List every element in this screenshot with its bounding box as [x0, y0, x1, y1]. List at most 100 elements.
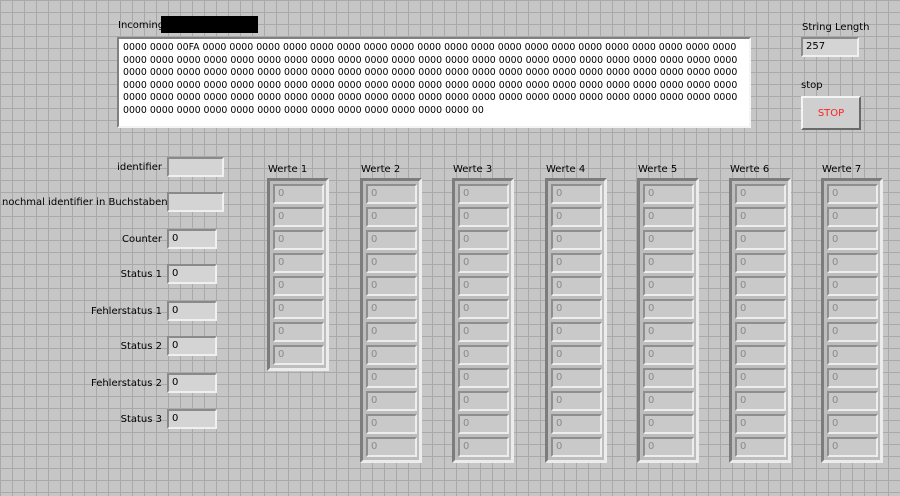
werte-7-element[interactable]: 0 — [827, 368, 878, 388]
werte-2-element[interactable]: 0 — [366, 230, 417, 250]
werte-4-element[interactable]: 0 — [551, 345, 602, 365]
werte-6-element[interactable]: 0 — [735, 322, 786, 342]
werte-6-element[interactable]: 0 — [735, 414, 786, 434]
werte-5-element[interactable]: 0 — [643, 322, 694, 342]
werte-2-element[interactable]: 0 — [366, 391, 417, 411]
werte-7-element[interactable]: 0 — [827, 391, 878, 411]
werte-6-element[interactable]: 0 — [735, 345, 786, 365]
werte-4-element[interactable]: 0 — [551, 184, 602, 204]
werte-1-element[interactable]: 0 — [273, 322, 324, 342]
werte-3-element[interactable]: 0 — [458, 184, 509, 204]
werte-5-element[interactable]: 0 — [643, 391, 694, 411]
werte-5-element[interactable]: 0 — [643, 207, 694, 227]
fehlerstatus1-field[interactable]: 0 — [167, 301, 217, 321]
werte-1-element[interactable]: 0 — [273, 299, 324, 319]
werte-6-element[interactable]: 0 — [735, 184, 786, 204]
werte-5-element[interactable]: 0 — [643, 414, 694, 434]
identifier-text-field[interactable] — [167, 192, 224, 212]
fehlerstatus2-field[interactable]: 0 — [167, 373, 217, 393]
werte-4-element[interactable]: 0 — [551, 391, 602, 411]
werte-5-element[interactable]: 0 — [643, 368, 694, 388]
identifier-label: identifier — [117, 162, 162, 173]
werte-6-element[interactable]: 0 — [735, 391, 786, 411]
werte-7-label: Werte 7 — [822, 164, 862, 175]
werte-3-element[interactable]: 0 — [458, 368, 509, 388]
werte-5-element[interactable]: 0 — [643, 437, 694, 457]
werte-2-element[interactable]: 0 — [366, 437, 417, 457]
werte-7-element[interactable]: 0 — [827, 437, 878, 457]
werte-2-element[interactable]: 0 — [366, 299, 417, 319]
werte-7-element[interactable]: 0 — [827, 276, 878, 296]
werte-7-element[interactable]: 0 — [827, 414, 878, 434]
werte-3-element[interactable]: 0 — [458, 276, 509, 296]
werte-6-element[interactable]: 0 — [735, 299, 786, 319]
werte-5-element[interactable]: 0 — [643, 184, 694, 204]
werte-1-element[interactable]: 0 — [273, 184, 324, 204]
werte-1-element[interactable]: 0 — [273, 207, 324, 227]
werte-3-element[interactable]: 0 — [458, 322, 509, 342]
identifier-field[interactable] — [167, 157, 224, 177]
werte-4-element[interactable]: 0 — [551, 322, 602, 342]
status3-field[interactable]: 0 — [167, 409, 217, 429]
werte-6-element[interactable]: 0 — [735, 207, 786, 227]
incoming-string-indicator[interactable]: 0000 0000 00FA 0000 0000 0000 0000 0000 … — [117, 37, 751, 128]
werte-6-array[interactable]: 0 0 0 0 0 0 0 0 0 0 0 0 — [729, 178, 791, 463]
werte-4-array[interactable]: 0 0 0 0 0 0 0 0 0 0 0 0 — [545, 178, 607, 463]
status1-field[interactable]: 0 — [167, 264, 217, 284]
werte-2-element[interactable]: 0 — [366, 253, 417, 273]
werte-2-element[interactable]: 0 — [366, 184, 417, 204]
werte-3-array[interactable]: 0 0 0 0 0 0 0 0 0 0 0 0 — [452, 178, 514, 463]
werte-1-array[interactable]: 0 0 0 0 0 0 0 0 — [267, 178, 329, 371]
status2-field[interactable]: 0 — [167, 336, 217, 356]
werte-7-element[interactable]: 0 — [827, 299, 878, 319]
werte-5-element[interactable]: 0 — [643, 276, 694, 296]
werte-1-element[interactable]: 0 — [273, 230, 324, 250]
werte-3-element[interactable]: 0 — [458, 253, 509, 273]
werte-5-element[interactable]: 0 — [643, 230, 694, 250]
werte-6-element[interactable]: 0 — [735, 253, 786, 273]
werte-4-element[interactable]: 0 — [551, 207, 602, 227]
werte-4-element[interactable]: 0 — [551, 299, 602, 319]
werte-5-element[interactable]: 0 — [643, 299, 694, 319]
werte-5-element[interactable]: 0 — [643, 253, 694, 273]
werte-4-element[interactable]: 0 — [551, 230, 602, 250]
werte-2-element[interactable]: 0 — [366, 345, 417, 365]
werte-7-element[interactable]: 0 — [827, 230, 878, 250]
werte-2-element[interactable]: 0 — [366, 276, 417, 296]
werte-5-element[interactable]: 0 — [643, 345, 694, 365]
werte-3-element[interactable]: 0 — [458, 299, 509, 319]
werte-1-element[interactable]: 0 — [273, 345, 324, 365]
werte-5-array[interactable]: 0 0 0 0 0 0 0 0 0 0 0 0 — [637, 178, 699, 463]
werte-4-element[interactable]: 0 — [551, 368, 602, 388]
werte-1-element[interactable]: 0 — [273, 253, 324, 273]
werte-3-element[interactable]: 0 — [458, 437, 509, 457]
werte-7-element[interactable]: 0 — [827, 345, 878, 365]
werte-7-element[interactable]: 0 — [827, 184, 878, 204]
werte-6-element[interactable]: 0 — [735, 276, 786, 296]
werte-3-element[interactable]: 0 — [458, 391, 509, 411]
werte-3-element[interactable]: 0 — [458, 345, 509, 365]
werte-2-element[interactable]: 0 — [366, 368, 417, 388]
string-length-indicator[interactable]: 257 — [801, 37, 859, 57]
werte-4-element[interactable]: 0 — [551, 276, 602, 296]
werte-2-element[interactable]: 0 — [366, 322, 417, 342]
werte-7-element[interactable]: 0 — [827, 322, 878, 342]
werte-4-element[interactable]: 0 — [551, 253, 602, 273]
werte-3-element[interactable]: 0 — [458, 230, 509, 250]
werte-7-element[interactable]: 0 — [827, 207, 878, 227]
werte-6-element[interactable]: 0 — [735, 230, 786, 250]
werte-7-array[interactable]: 0 0 0 0 0 0 0 0 0 0 0 0 — [821, 178, 883, 463]
werte-6-element[interactable]: 0 — [735, 368, 786, 388]
werte-3-element[interactable]: 0 — [458, 414, 509, 434]
werte-2-element[interactable]: 0 — [366, 207, 417, 227]
werte-4-element[interactable]: 0 — [551, 437, 602, 457]
werte-2-array[interactable]: 0 0 0 0 0 0 0 0 0 0 0 0 — [360, 178, 422, 463]
werte-7-element[interactable]: 0 — [827, 253, 878, 273]
stop-button[interactable]: STOP — [801, 96, 861, 130]
werte-3-element[interactable]: 0 — [458, 207, 509, 227]
werte-1-element[interactable]: 0 — [273, 276, 324, 296]
werte-6-element[interactable]: 0 — [735, 437, 786, 457]
werte-4-element[interactable]: 0 — [551, 414, 602, 434]
werte-2-element[interactable]: 0 — [366, 414, 417, 434]
counter-field[interactable]: 0 — [167, 229, 217, 249]
